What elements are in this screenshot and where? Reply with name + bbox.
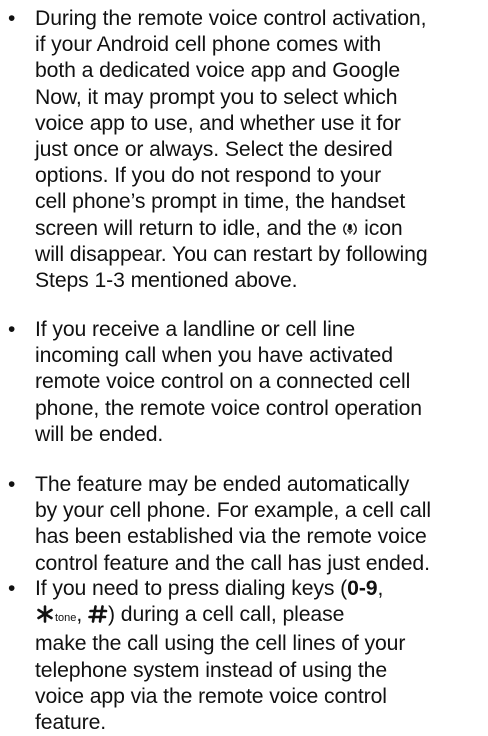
text-line: During the remote voice control activati… xyxy=(35,7,427,30)
text-line: Steps 1-3 mentioned above. xyxy=(35,269,298,293)
text-line: if your Android cell phone comes with xyxy=(35,33,382,57)
text-segment: , xyxy=(76,603,83,627)
text-line: will disappear. You can restart by follo… xyxy=(35,242,428,266)
text-line: voice app via the remote voice control xyxy=(35,684,387,708)
text-line: options. If you do not respond to your xyxy=(35,164,382,188)
list-item: • The feature may be ended automatically… xyxy=(8,472,486,577)
bullet: • xyxy=(8,577,16,600)
text-line: tone, ) during a cell call, please xyxy=(8,602,486,631)
text-segment: icon xyxy=(364,216,403,240)
manual-page: • During the remote voice control activa… xyxy=(0,0,488,734)
text-line: Now, it may prompt you to select which xyxy=(35,85,398,109)
text-line: The feature may be ended automatically xyxy=(35,473,410,496)
bullet: • xyxy=(8,473,16,496)
text-segment: , xyxy=(377,577,384,600)
remote-voice-control-icon xyxy=(342,216,358,242)
text-segment: If you need to press dialing keys ( xyxy=(35,577,348,600)
list-item: • During the remote voice control activa… xyxy=(8,6,486,294)
text-line: telephone system instead of using the xyxy=(35,658,388,682)
text-line: will be ended. xyxy=(35,422,164,446)
text-line: by your cell phone. For example, a cell … xyxy=(35,499,432,523)
list-item: • If you receive a landline or cell line… xyxy=(8,317,486,448)
text-line: If you receive a landline or cell line xyxy=(35,318,356,341)
text-line: remote voice control on a connected cell xyxy=(35,370,411,394)
bullet: • xyxy=(8,7,16,30)
text-line: phone, the remote voice control operatio… xyxy=(35,396,422,420)
text-segment: ) during a cell call, please xyxy=(108,603,345,627)
text-line: If you need to press dialing keys (0-9, xyxy=(8,576,486,602)
text-line: just once or always. Select the desired xyxy=(35,138,393,162)
text-line: screen will return to idle, and the icon xyxy=(8,216,486,242)
text-line: make the call using the cell lines of yo… xyxy=(35,632,406,656)
list-item: • If you need to press dialing keys (0-9… xyxy=(8,576,486,736)
text-segment: screen will return to idle, and the xyxy=(35,216,337,240)
text-line: cell phone’s prompt in time, the handset xyxy=(35,190,406,214)
text-line: voice app to use, and whether use it for xyxy=(35,111,401,135)
tone-label: tone xyxy=(55,612,77,625)
text-line: incoming call when you have activated xyxy=(35,344,393,368)
pound-key-icon xyxy=(88,602,108,628)
star-key-icon xyxy=(35,602,55,628)
text-line: control feature and the call has just en… xyxy=(35,551,430,575)
text-line: both a dedicated voice app and Google xyxy=(35,59,401,83)
bullet: • xyxy=(8,318,16,341)
text-line: has been established via the remote voic… xyxy=(35,525,427,549)
key-range-label: 0-9 xyxy=(347,577,378,600)
text-line: feature. xyxy=(35,711,107,735)
